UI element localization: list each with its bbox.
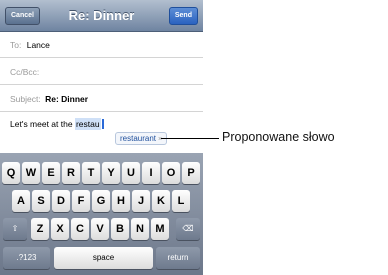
keyboard-row-1: QWERTYUIOP (0, 162, 203, 186)
ccbcc-field[interactable]: Cc/Bcc: (0, 59, 203, 85)
key-x[interactable]: X (51, 218, 69, 240)
send-button[interactable]: Send (168, 7, 198, 25)
to-value: Lance (26, 40, 50, 50)
message-prefix: Let's meet at the (10, 119, 75, 129)
key-a[interactable]: A (12, 190, 30, 212)
key-d[interactable]: D (52, 190, 70, 212)
key-h[interactable]: H (112, 190, 130, 212)
suggestion-bubble[interactable]: restaurant × (115, 132, 168, 145)
key-y[interactable]: Y (102, 162, 120, 184)
key-o[interactable]: O (162, 162, 180, 184)
keyboard-row-3: ⇧ ⌫ ZXCVBNM (0, 218, 203, 242)
to-label: To: (10, 40, 22, 50)
return-key[interactable]: return (156, 247, 200, 269)
key-q[interactable]: Q (2, 162, 20, 184)
subject-label: Subject: (10, 94, 41, 104)
key-j[interactable]: J (132, 190, 150, 212)
typed-word: restau (74, 118, 101, 130)
key-b[interactable]: B (111, 218, 129, 240)
space-key[interactable]: space (54, 247, 153, 269)
delete-key[interactable]: ⌫ (176, 218, 200, 240)
numbers-key[interactable]: .?123 (3, 247, 50, 269)
subject-field[interactable]: Subject: Re: Dinner (0, 86, 203, 112)
key-u[interactable]: U (122, 162, 140, 184)
callout-line (161, 138, 219, 139)
key-m[interactable]: M (151, 218, 169, 240)
keyboard: QWERTYUIOP ASDFGHJKL ⇧ ⌫ ZXCVBNM .?123 s… (0, 153, 203, 275)
keyboard-row-4: .?123 space return (0, 247, 203, 271)
key-s[interactable]: S (32, 190, 50, 212)
navigation-bar: Cancel Re: Dinner Send (0, 0, 203, 32)
text-caret (101, 119, 104, 129)
to-field[interactable]: To: Lance (0, 32, 203, 58)
key-e[interactable]: E (42, 162, 60, 184)
key-g[interactable]: G (92, 190, 110, 212)
key-v[interactable]: V (91, 218, 109, 240)
key-l[interactable]: L (172, 190, 190, 212)
key-c[interactable]: C (71, 218, 89, 240)
key-p[interactable]: P (182, 162, 200, 184)
shift-key[interactable]: ⇧ (3, 218, 27, 240)
key-n[interactable]: N (131, 218, 149, 240)
keyboard-row-2: ASDFGHJKL (0, 190, 203, 214)
key-z[interactable]: Z (31, 218, 49, 240)
message-body[interactable]: Let's meet at the restau (10, 118, 104, 130)
key-f[interactable]: F (72, 190, 90, 212)
key-r[interactable]: R (62, 162, 80, 184)
key-i[interactable]: I (142, 162, 160, 184)
key-k[interactable]: K (152, 190, 170, 212)
ccbcc-label: Cc/Bcc: (10, 67, 40, 77)
key-t[interactable]: T (82, 162, 100, 184)
key-w[interactable]: W (22, 162, 40, 184)
suggested-word: restaurant (120, 134, 157, 143)
callout-label: Proponowane słowo (222, 130, 335, 144)
subject-value: Re: Dinner (45, 94, 89, 104)
